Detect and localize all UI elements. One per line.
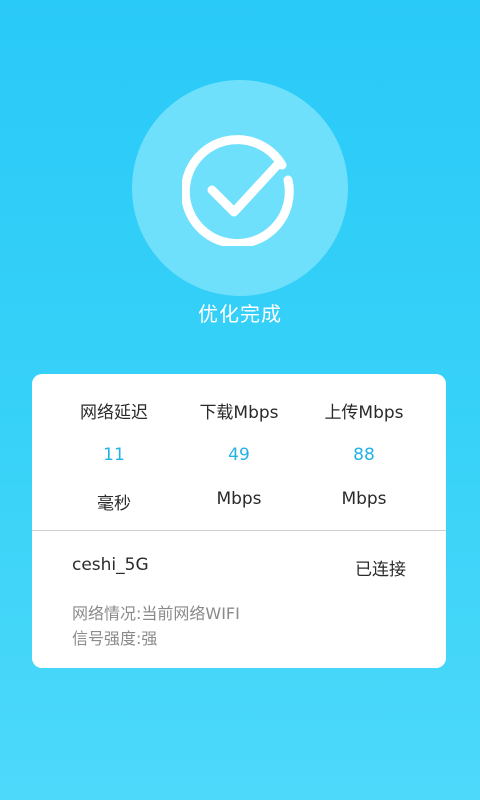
stats-row: 网络延迟 11 毫秒 下载Mbps 49 Mbps 上传Mbps 88 Mbps (32, 374, 446, 530)
network-type-info: 网络情况:当前网络WIFI (72, 604, 240, 623)
download-stat: 下载Mbps 49 Mbps (170, 374, 308, 530)
stat-label: 上传Mbps (324, 403, 404, 423)
success-badge (132, 80, 348, 296)
stat-unit: Mbps (216, 489, 262, 509)
stat-unit: 毫秒 (97, 494, 131, 514)
check-circle-icon (182, 135, 294, 246)
status-bar (0, 0, 480, 40)
result-title: 优化完成 (198, 302, 282, 326)
stat-value: 11 (103, 445, 125, 465)
connection-status: 已连接 (355, 560, 406, 580)
network-card: 网络延迟 11 毫秒 下载Mbps 49 Mbps 上传Mbps 88 Mbps… (32, 374, 446, 668)
stat-label: 下载Mbps (199, 403, 279, 423)
stat-value: 49 (228, 445, 250, 465)
stat-value: 88 (353, 445, 375, 465)
stat-label: 网络延迟 (80, 403, 148, 423)
signal-strength-info: 信号强度:强 (72, 629, 158, 648)
upload-stat: 上传Mbps 88 Mbps (295, 374, 433, 530)
divider (32, 530, 446, 531)
latency-stat: 网络延迟 11 毫秒 (45, 374, 183, 530)
stat-unit: Mbps (341, 489, 387, 509)
network-ssid: ceshi_5G (72, 555, 149, 575)
